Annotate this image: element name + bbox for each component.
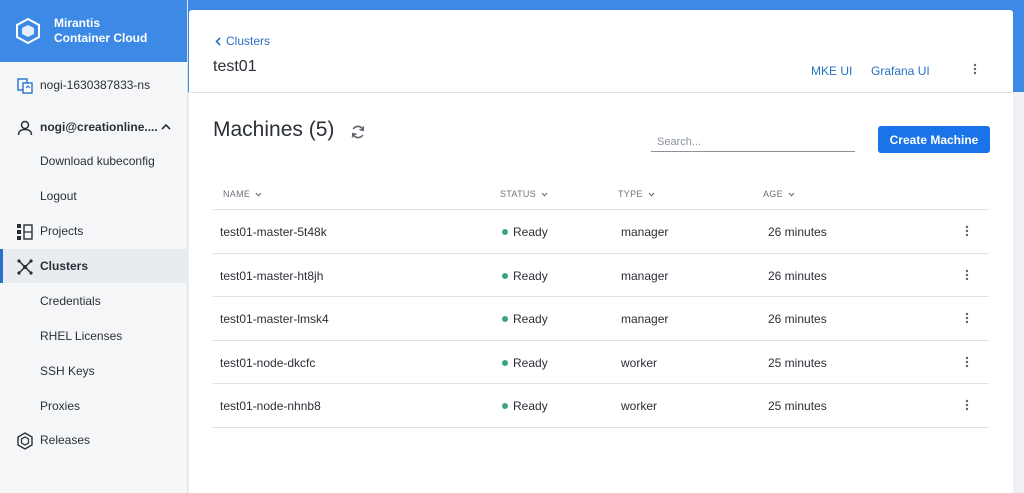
sidebar-item-projects[interactable]: Projects (0, 214, 188, 248)
machine-status: Ready (513, 268, 548, 283)
machine-status: Ready (513, 355, 548, 370)
column-label: STATUS (500, 189, 536, 199)
machine-type: manager (621, 268, 669, 283)
machine-type: worker (621, 355, 658, 370)
column-label: TYPE (618, 189, 643, 199)
clusters-icon (17, 259, 33, 275)
sidebar-item-releases[interactable]: Releases (0, 423, 188, 457)
machine-age: 26 minutes (768, 225, 827, 239)
sidebar-item-label: Clusters (40, 259, 89, 273)
search-input[interactable] (651, 132, 855, 152)
machine-age: 25 minutes (768, 399, 827, 414)
sidebar-item-clusters[interactable]: Clusters (0, 249, 188, 283)
table-row[interactable]: test01-master-lmsk4 Ready manager 26 min… (213, 297, 989, 341)
brand-line1: Mirantis (54, 16, 101, 30)
releases-icon (17, 432, 33, 450)
sidebar-item-credentials[interactable]: Credentials (0, 284, 188, 318)
namespace-icon (17, 78, 33, 94)
brand-header[interactable]: Mirantis Container Cloud (0, 0, 187, 62)
user-icon (17, 120, 33, 136)
machine-name[interactable]: test01-master-5t48k (220, 225, 327, 239)
status-dot (502, 403, 508, 410)
machine-age: 26 minutes (768, 312, 827, 327)
page-title: test01 (213, 58, 257, 75)
mirantis-logo-icon (16, 17, 40, 45)
chevron-up-icon[interactable] (160, 122, 172, 132)
row-actions-icon[interactable] (963, 268, 971, 282)
breadcrumb-clusters-link[interactable]: Clusters (226, 34, 270, 48)
header-divider (189, 92, 1013, 93)
user-label: nogi@creationline.... (40, 120, 158, 134)
mke-ui-link[interactable]: MKE UI (811, 64, 852, 78)
create-machine-button[interactable]: Create Machine (878, 126, 990, 153)
sidebar-item-download-kubeconfig[interactable]: Download kubeconfig (0, 144, 188, 178)
row-actions-icon[interactable] (963, 355, 971, 369)
column-header-status[interactable]: STATUS (500, 189, 548, 199)
sidebar-item-ssh-keys[interactable]: SSH Keys (0, 354, 188, 388)
status-dot (502, 272, 508, 279)
column-header-type[interactable]: TYPE (618, 189, 655, 199)
main-card: Clusters test01 MKE UI Grafana UI Machin… (189, 10, 1013, 493)
sidebar-item-label: Logout (40, 189, 77, 203)
column-label: NAME (223, 189, 251, 199)
machine-name[interactable]: test01-node-nhnb8 (220, 399, 321, 413)
column-header-age[interactable]: AGE (763, 189, 795, 199)
sidebar-item-label: RHEL Licenses (40, 329, 123, 343)
sidebar-item-proxies[interactable]: Proxies (0, 389, 188, 423)
machines-title: Machines (5) (213, 118, 335, 141)
sidebar-item-label: SSH Keys (40, 364, 95, 378)
column-label: AGE (763, 189, 783, 199)
status-dot (502, 229, 508, 235)
machine-name[interactable]: test01-master-lmsk4 (220, 312, 329, 326)
machine-status: Ready (513, 312, 548, 327)
sidebar-item-label: Proxies (40, 399, 81, 413)
more-options-icon[interactable] (971, 62, 979, 76)
sort-chevron-icon (788, 192, 795, 197)
namespace-selector[interactable]: nogi-1630387833-ns (0, 68, 188, 102)
table-row[interactable]: test01-master-ht8jh Ready manager 26 min… (213, 254, 989, 298)
refresh-icon[interactable] (350, 124, 366, 140)
namespace-label: nogi-1630387833-ns (40, 78, 151, 92)
sort-chevron-icon (648, 192, 655, 197)
sidebar: Mirantis Container Cloud nogi-1630387833… (0, 0, 188, 493)
sidebar-item-label: Credentials (40, 294, 101, 308)
column-header-name[interactable]: NAME (223, 189, 262, 199)
sidebar-item-label: Releases (40, 433, 91, 447)
sidebar-item-rhel-licenses[interactable]: RHEL Licenses (0, 319, 188, 353)
machine-age: 26 minutes (768, 268, 827, 283)
status-dot (502, 316, 508, 323)
machine-name[interactable]: test01-master-ht8jh (220, 269, 323, 283)
grafana-ui-link[interactable]: Grafana UI (871, 64, 930, 78)
machine-status: Ready (513, 399, 548, 414)
table-row[interactable]: test01-node-dkcfc Ready worker 25 minute… (213, 341, 989, 385)
machine-status: Ready (513, 225, 548, 239)
machine-name[interactable]: test01-node-dkcfc (220, 356, 315, 370)
sort-chevron-icon (541, 192, 548, 197)
sort-chevron-icon (255, 192, 262, 197)
row-actions-icon[interactable] (963, 398, 971, 412)
table-header: NAME STATUS TYPE AGE (213, 180, 989, 210)
chevron-left-icon (215, 36, 221, 46)
row-actions-icon[interactable] (963, 224, 971, 238)
breadcrumb[interactable]: Clusters (215, 34, 270, 48)
sidebar-item-label: Projects (40, 224, 84, 238)
machine-type: manager (621, 312, 669, 327)
user-menu[interactable]: nogi@creationline.... (0, 110, 188, 144)
status-dot (502, 359, 508, 366)
machine-type: manager (621, 225, 669, 239)
table-row[interactable]: test01-master-5t48k Ready manager 26 min… (213, 210, 989, 254)
row-actions-icon[interactable] (963, 311, 971, 325)
machines-table: NAME STATUS TYPE AGE test01-master-5t48k… (213, 180, 989, 428)
sidebar-item-logout[interactable]: Logout (0, 179, 188, 213)
table-row[interactable]: test01-node-nhnb8 Ready worker 25 minute… (213, 384, 989, 428)
projects-icon (17, 224, 33, 240)
brand-line2: Container Cloud (54, 31, 148, 45)
machine-age: 25 minutes (768, 355, 827, 370)
sidebar-item-label: Download kubeconfig (40, 154, 155, 168)
machine-type: worker (621, 399, 658, 414)
